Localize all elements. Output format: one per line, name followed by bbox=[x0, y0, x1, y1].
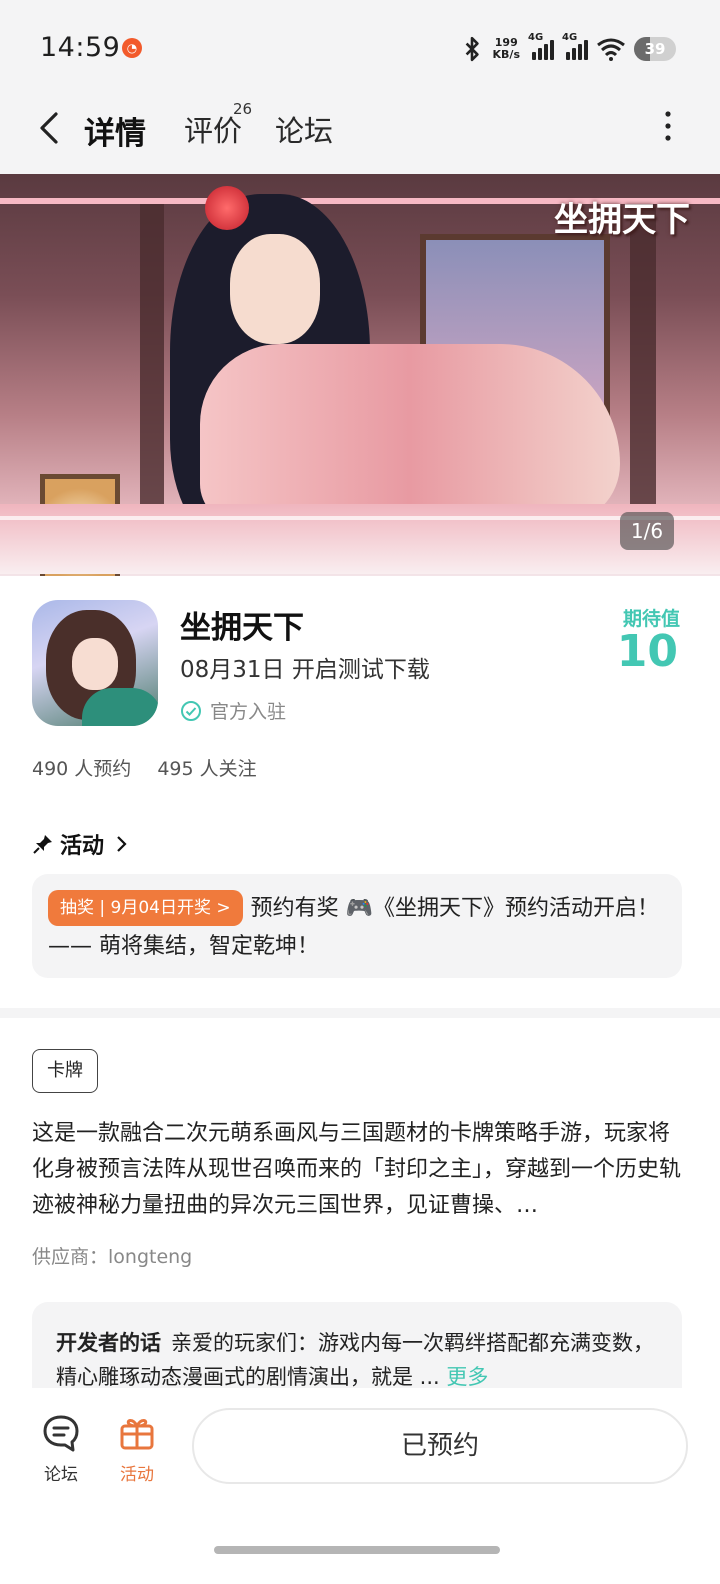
activity-card[interactable]: 抽奖 | 9月04日开奖 > 预约有奖 🎮《坐拥天下》预约活动开启！—— 萌将集结… bbox=[32, 874, 682, 978]
game-title: 坐拥天下 bbox=[180, 610, 304, 646]
chevron-right-icon bbox=[117, 836, 127, 852]
developer-note-card[interactable]: 开发者的话 亲爱的玩家们：游戏内每一次羁绊搭配都充满变数，精心雕琢动态漫画式的剧情… bbox=[32, 1302, 682, 1388]
back-arrow-icon[interactable] bbox=[30, 108, 70, 148]
forum-button[interactable]: 论坛 bbox=[31, 1412, 91, 1485]
verified-check-icon bbox=[181, 700, 201, 721]
game-app-icon bbox=[32, 600, 158, 726]
banner-game-logo: 坐拥天下 bbox=[554, 200, 690, 240]
gift-icon bbox=[120, 1419, 154, 1450]
notification-app-icon: ◔ bbox=[122, 38, 142, 58]
section-divider bbox=[0, 1008, 720, 1018]
follower-count: 495 人关注 bbox=[157, 758, 257, 780]
screenshot-carousel[interactable]: 坐拥天下 1/6 bbox=[0, 174, 720, 576]
status-time: 14:59 bbox=[40, 32, 121, 63]
supplier-label: 供应商：longteng bbox=[32, 1246, 193, 1268]
signal-2-icon: 4G bbox=[562, 32, 588, 60]
home-indicator[interactable] bbox=[214, 1546, 500, 1554]
bottom-action-bar: 论坛 活动 已预约 bbox=[0, 1388, 720, 1584]
net-speed: 199 KB/s bbox=[492, 36, 520, 61]
game-description[interactable]: 这是一款融合二次元萌系画风与三国题材的卡牌策略手游，玩家将化身被预言法阵从现世召… bbox=[32, 1116, 687, 1224]
game-stats: 490 人预约 495 人关注 bbox=[32, 754, 257, 781]
review-count-badge: 26 bbox=[233, 100, 253, 118]
battery-icon: 39 bbox=[634, 37, 676, 61]
activity-button[interactable]: 活动 bbox=[107, 1412, 167, 1485]
release-date: 08月31日 开启测试下载 bbox=[180, 657, 430, 683]
developer-note-label: 开发者的话 bbox=[56, 1331, 161, 1355]
reservation-count: 490 人预约 bbox=[32, 758, 132, 780]
tab-detail[interactable]: 详情 bbox=[80, 108, 150, 153]
forum-chat-icon bbox=[43, 1415, 79, 1452]
pin-icon bbox=[33, 835, 52, 854]
more-link[interactable]: 更多 bbox=[446, 1365, 488, 1388]
tab-forum[interactable]: 论坛 bbox=[275, 108, 333, 150]
more-options-icon[interactable] bbox=[662, 110, 674, 142]
bluetooth-icon bbox=[465, 36, 479, 62]
signal-1-icon: 4G bbox=[528, 32, 554, 60]
reserved-button[interactable]: 已预约 bbox=[192, 1408, 688, 1484]
official-badge: 官方入驻 bbox=[180, 697, 286, 724]
status-icons: 199 KB/s 4G 4G 39 bbox=[459, 32, 676, 64]
status-bar: 14:59 ◔ 199 KB/s 4G 4G 39 bbox=[0, 0, 720, 96]
carousel-page-indicator: 1/6 bbox=[620, 512, 674, 550]
wifi-icon bbox=[597, 38, 625, 61]
top-nav: 详情 评价 26 论坛 bbox=[0, 96, 720, 174]
activity-section-header[interactable]: 活动 bbox=[32, 828, 132, 860]
lottery-badge: 抽奖 | 9月04日开奖 > bbox=[48, 890, 243, 926]
genre-tag[interactable]: 卡牌 bbox=[32, 1049, 98, 1093]
expectation-value: 10 bbox=[616, 626, 678, 677]
